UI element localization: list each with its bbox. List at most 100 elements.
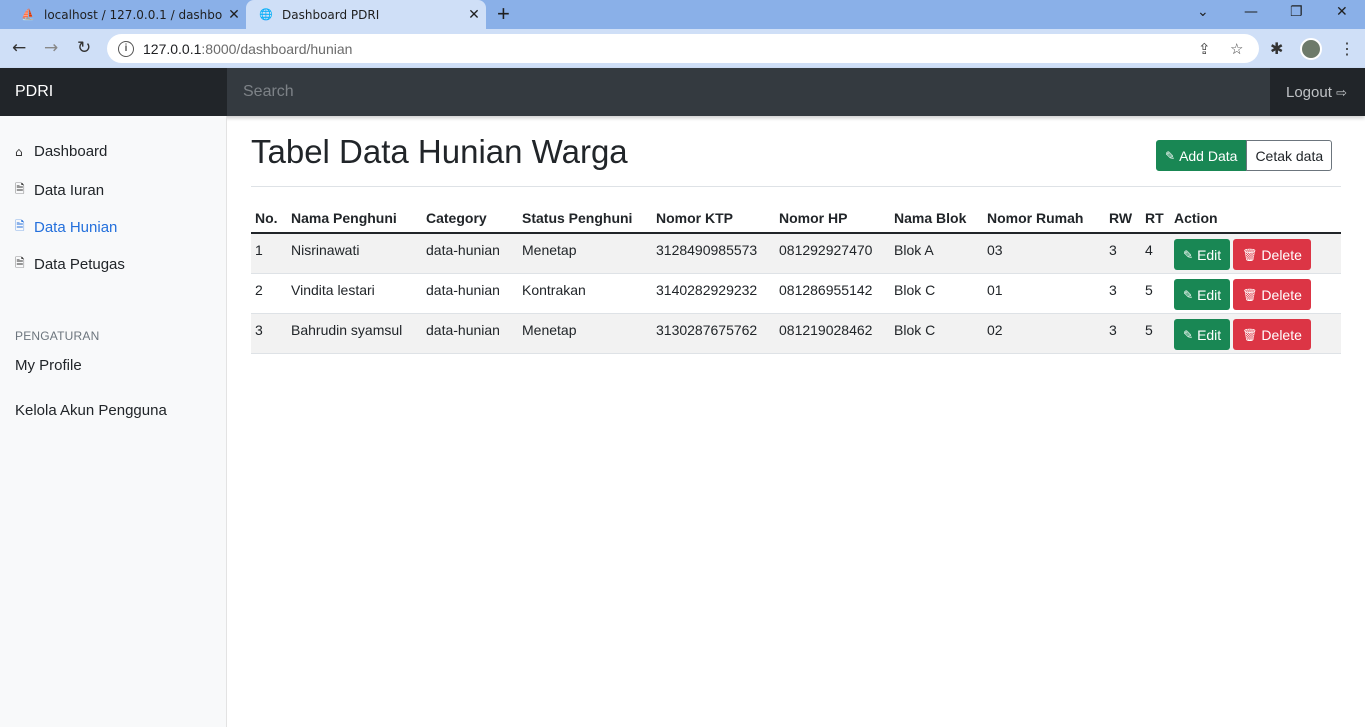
globe-icon: 🌐 [259, 8, 273, 21]
url-host: 127.0.0.1 [143, 40, 202, 57]
sidebar-section-heading: PENGATURAN [15, 329, 100, 343]
sidebar-item-data-hunian[interactable]: 🗎 Data Hunian [15, 217, 117, 238]
window-close-icon[interactable]: ✕ [1336, 4, 1348, 20]
file-icon: 🗎 [15, 219, 25, 233]
address-bar[interactable]: i 127.0.0.1:8000/dashboard/hunian ⇪ ☆ [107, 34, 1259, 63]
column-header: No. [251, 203, 287, 234]
home-icon: ⌂ [15, 144, 23, 159]
cell-action: ✎ Edit 🗑 Delete [1170, 273, 1341, 314]
cell-rw: 3 [1105, 273, 1141, 314]
cell-rumah: 03 [983, 233, 1105, 274]
site-info-icon[interactable]: i [118, 40, 134, 57]
print-data-label: Cetak data [1255, 147, 1324, 164]
column-header: Nomor Rumah [983, 203, 1105, 234]
column-header: RW [1105, 203, 1141, 234]
brand-logo[interactable]: PDRI [0, 68, 227, 116]
table-row: 3 Bahrudin syamsul data-hunian Menetap 3… [251, 313, 1341, 354]
print-data-button[interactable]: Cetak data [1246, 140, 1333, 171]
delete-label: Delete [1261, 246, 1302, 263]
cell-status: Menetap [518, 313, 652, 354]
cell-rt: 5 [1141, 273, 1170, 314]
sidebar-item-label: Kelola Akun Pengguna [15, 402, 167, 419]
cell-no: 2 [251, 273, 287, 314]
back-icon[interactable]: ← [12, 38, 26, 58]
divider [251, 186, 1341, 187]
sidebar-item-my-profile[interactable]: My Profile [15, 357, 82, 374]
sidebar: ⌂ Dashboard 🗎 Data Iuran 🗎 Data Hunian 🗎… [0, 116, 227, 727]
close-icon[interactable]: ✕ [222, 7, 246, 23]
add-data-button[interactable]: ✎ Add Data [1156, 140, 1247, 171]
logout-button[interactable]: Logout ⇨ [1270, 68, 1365, 116]
table-row: 1 Nisrinawati data-hunian Menetap 312849… [251, 233, 1341, 274]
column-header: Nama Penghuni [287, 203, 422, 234]
hunian-table: No. Nama Penghuni Category Status Penghu… [251, 203, 1341, 354]
cell-no: 3 [251, 313, 287, 354]
delete-button[interactable]: 🗑 Delete [1233, 319, 1311, 350]
cell-hp: 081286955142 [775, 273, 890, 314]
menu-kebab-icon[interactable]: ⋮ [1339, 39, 1355, 59]
column-header: Category [422, 203, 518, 234]
restore-icon[interactable]: ❐ [1290, 4, 1303, 20]
cell-blok: Blok C [890, 313, 983, 354]
cell-category: data-hunian [422, 313, 518, 354]
trash-icon: 🗑 [1242, 327, 1258, 342]
cell-nama: Nisrinawati [287, 233, 422, 274]
file-icon: 🗎 [15, 256, 25, 270]
cell-ktp: 3128490985573 [652, 233, 775, 274]
profile-avatar[interactable] [1300, 38, 1322, 60]
delete-button[interactable]: 🗑 Delete [1233, 239, 1311, 270]
new-tab-icon[interactable]: + [497, 3, 510, 25]
extensions-icon[interactable]: ✱ [1270, 39, 1283, 59]
edit-button[interactable]: ✎ Edit [1174, 319, 1231, 350]
table-header-row: No. Nama Penghuni Category Status Penghu… [251, 203, 1341, 234]
forward-icon[interactable]: → [44, 38, 58, 58]
cell-nama: Bahrudin syamsul [287, 313, 422, 354]
sidebar-item-kelola-akun[interactable]: Kelola Akun Pengguna [15, 402, 167, 419]
share-icon[interactable]: ⇪ [1198, 40, 1211, 58]
add-data-label: Add Data [1179, 147, 1238, 164]
cell-action: ✎ Edit 🗑 Delete [1170, 233, 1341, 274]
file-icon: 🗎 [15, 182, 25, 196]
column-header: Action [1170, 203, 1341, 234]
cell-rumah: 02 [983, 313, 1105, 354]
sidebar-item-data-petugas[interactable]: 🗎 Data Petugas [15, 254, 125, 275]
trash-icon: 🗑 [1242, 287, 1258, 302]
url-path: :8000/dashboard/hunian [201, 40, 353, 57]
cell-category: data-hunian [422, 233, 518, 274]
table-row: 2 Vindita lestari data-hunian Kontrakan … [251, 273, 1341, 314]
cell-rt: 4 [1141, 233, 1170, 274]
browser-tab-phpmyadmin[interactable]: ⛵ localhost / 127.0.0.1 / dashboard ✕ [8, 0, 246, 29]
edit-button[interactable]: ✎ Edit [1174, 279, 1231, 310]
cell-status: Menetap [518, 233, 652, 274]
search-input[interactable] [227, 68, 1270, 116]
delete-button[interactable]: 🗑 Delete [1233, 279, 1311, 310]
sidebar-item-label: My Profile [15, 357, 82, 374]
phpmyadmin-icon: ⛵ [21, 8, 35, 21]
cell-rumah: 01 [983, 273, 1105, 314]
browser-toolbar: ← → ↻ i 127.0.0.1:8000/dashboard/hunian … [0, 29, 1365, 68]
cell-hp: 081219028462 [775, 313, 890, 354]
cell-status: Kontrakan [518, 273, 652, 314]
minimize-icon[interactable]: — [1244, 4, 1258, 20]
cell-action: ✎ Edit 🗑 Delete [1170, 313, 1341, 354]
browser-tabstrip: ⛵ localhost / 127.0.0.1 / dashboard ✕ 🌐 … [0, 0, 1365, 29]
page-actions: ✎ Add Data Cetak data [1156, 140, 1333, 171]
cell-rw: 3 [1105, 313, 1141, 354]
sidebar-item-data-iuran[interactable]: 🗎 Data Iuran [15, 180, 104, 201]
browser-tab-dashboard[interactable]: 🌐 Dashboard PDRI ✕ [246, 0, 486, 29]
edit-square-icon: ✎ [1183, 247, 1194, 262]
tab-search-icon[interactable]: ⌄ [1197, 4, 1209, 20]
column-header: Nomor KTP [652, 203, 775, 234]
edit-button[interactable]: ✎ Edit [1174, 239, 1231, 270]
cell-blok: Blok C [890, 273, 983, 314]
tab-title: Dashboard PDRI [282, 7, 380, 22]
sidebar-item-label: Data Hunian [34, 219, 118, 236]
sidebar-item-label: Dashboard [34, 143, 108, 160]
column-header: RT [1141, 203, 1170, 234]
bookmark-star-icon[interactable]: ☆ [1230, 40, 1243, 58]
column-header: Nomor HP [775, 203, 890, 234]
sidebar-item-dashboard[interactable]: ⌂ Dashboard [15, 143, 107, 160]
reload-icon[interactable]: ↻ [77, 38, 91, 58]
edit-square-icon: ✎ [1165, 148, 1176, 163]
close-icon[interactable]: ✕ [462, 7, 486, 23]
